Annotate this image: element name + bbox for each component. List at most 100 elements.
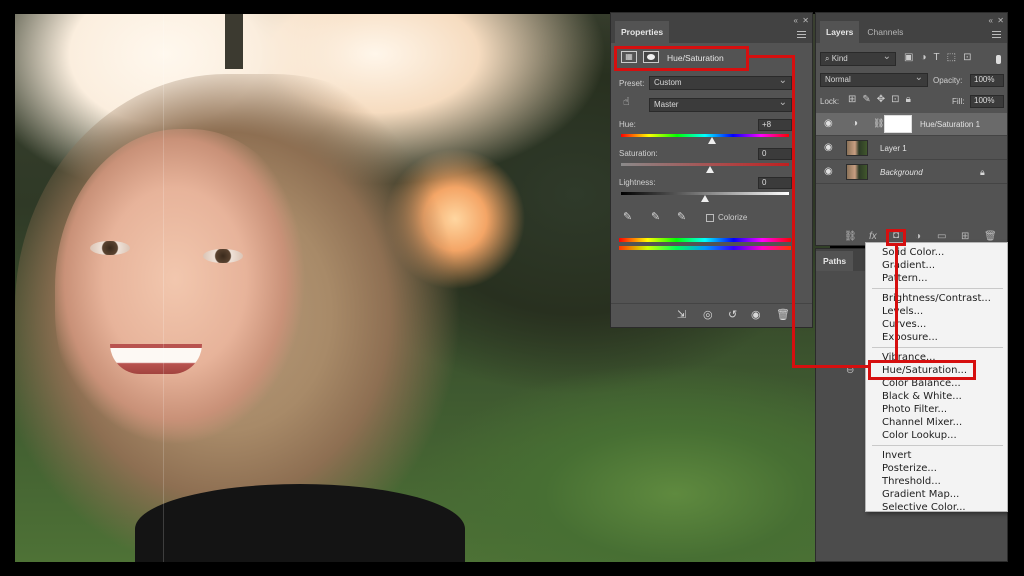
panel-menu-icon[interactable] [797,31,806,38]
saturation-value-field[interactable]: 0 [758,148,792,160]
saturation-slider-track[interactable] [621,163,789,166]
trash-icon[interactable]: 🗑 [984,231,997,242]
photo-right-eye [203,249,243,263]
lightness-value: 0 [762,178,767,187]
channel-dropdown[interactable]: Master [649,97,792,112]
new-layer-icon[interactable]: ⊞ [961,231,969,242]
layer-name: Hue/Saturation 1 [920,120,981,129]
menu-item-channel-mixer[interactable]: Channel Mixer... [882,417,962,428]
preset-dropdown[interactable]: Custom [649,75,792,90]
collapse-icon[interactable]: « [794,16,798,25]
lock-transparent-icon[interactable]: ⊞ [848,94,862,105]
layer-row-layer-1[interactable]: ◉ Layer 1 [816,137,1007,160]
close-layers-icon[interactable]: ✕ [997,16,1004,25]
menu-item-brightness-contrast[interactable]: Brightness/Contrast... [882,293,991,304]
eye-icon[interactable]: ◉ [824,142,833,153]
hue-slider-thumb[interactable] [708,137,716,144]
reset-icon[interactable]: ↺ [728,308,737,321]
eye-icon[interactable]: ◉ [824,118,833,129]
tab-layers[interactable]: Layers [820,21,860,43]
layer-name: Background [880,168,923,177]
menu-item-curves[interactable]: Curves... [882,319,926,330]
fx-icon[interactable]: fx [869,231,877,242]
lightness-slider-thumb[interactable] [701,195,709,202]
filter-adjustment-icon[interactable]: ◑ [920,52,933,63]
tab-paths[interactable]: Paths [816,251,854,271]
lock-icon[interactable]: 🔒︎ [906,94,917,105]
preset-label: Preset: [619,79,645,88]
annotation-line [895,246,898,362]
eye-icon[interactable]: ◉ [824,166,833,177]
hue-slider-track[interactable] [621,134,789,137]
properties-footer: ⇲ ◎ ↺ ◉ 🗑 [611,303,812,327]
layer-mask-thumbnail[interactable] [884,115,912,133]
saturation-value: 0 [762,149,767,158]
close-panel-icon[interactable]: ✕ [802,16,809,25]
colorize-checkbox[interactable] [706,214,714,222]
filter-pixel-icon[interactable]: ▣ [904,52,920,63]
menu-item-posterize[interactable]: Posterize... [882,463,937,474]
eyedropper-icon[interactable]: ✎ [623,210,632,223]
clip-icon[interactable]: ⇲ [677,308,686,321]
photo-left-eye [90,241,130,255]
layer-row-hue-saturation[interactable]: ◉ ◑ ⛓ Hue/Saturation 1 [816,113,1007,136]
menu-item-exposure[interactable]: Exposure... [882,332,938,343]
menu-item-gradient[interactable]: Gradient... [882,260,935,271]
menu-item-photo-filter[interactable]: Photo Filter... [882,404,947,415]
layers-menu-icon[interactable] [992,31,1001,38]
menu-item-selective-color[interactable]: Selective Color... [882,502,966,513]
output-color-bar [619,246,791,250]
chain-link-icon[interactable]: ⛓ [873,118,884,129]
input-color-bar [619,238,791,242]
menu-item-levels[interactable]: Levels... [882,306,923,317]
menu-item-solid-color[interactable]: Solid Color... [882,247,944,258]
link-layers-icon[interactable]: ⛓ [844,231,857,242]
trash-icon[interactable]: 🗑 [776,308,790,321]
menu-item-invert[interactable]: Invert [882,450,911,461]
menu-item-gradient-map[interactable]: Gradient Map... [882,489,959,500]
filter-shape-icon[interactable]: ⬚ [947,52,963,63]
collapse-layers-icon[interactable]: « [989,16,993,25]
fill-field[interactable]: 100% [970,95,1004,108]
view-previous-icon[interactable]: ◎ [703,308,713,321]
adjustment-layer-icon: ◑ [852,118,859,129]
lock-artboard-icon[interactable]: ⊡ [891,94,905,105]
layer-row-background[interactable]: ◉ Background 🔒︎ [816,161,1007,184]
filter-smart-icon[interactable]: ⊡ [963,52,978,63]
tab-channels[interactable]: Channels [859,21,911,43]
kind-label: Kind [831,54,848,63]
opacity-field[interactable]: 100% [970,74,1004,87]
filter-type-icon[interactable]: T [934,52,947,63]
lock-label: Lock: [820,97,840,106]
menu-item-pattern[interactable]: Pattern... [882,273,928,284]
layer-name: Layer 1 [880,144,907,153]
before-after-split-line [163,14,164,562]
lock-icon: 🔒︎ [980,167,985,177]
menu-item-color-lookup[interactable]: Color Lookup... [882,430,957,441]
menu-item-threshold[interactable]: Threshold... [882,476,941,487]
new-adjustment-icon[interactable]: ◑ [915,231,921,242]
lock-paint-icon[interactable]: ✎ [862,94,876,105]
folder-icon[interactable]: ▭ [937,231,946,242]
menu-item-black-white[interactable]: Black & White... [882,391,962,402]
layer-thumbnail [846,164,868,180]
opacity-label: Opacity: [933,76,963,85]
lock-icons: ⊞✎✥⊡🔒︎ [848,94,917,105]
hand-tool-icon[interactable]: ☝ [623,95,630,108]
photo-background-pole [225,14,243,69]
lock-move-icon[interactable]: ✥ [877,94,891,105]
saturation-slider-thumb[interactable] [706,166,714,173]
hue-value-field[interactable]: +8 [758,119,792,131]
blend-mode-dropdown[interactable]: Normal [820,72,928,87]
kind-filter-dropdown[interactable]: ⌕ Kind [820,51,896,66]
eyedropper-plus-icon[interactable]: ✎ [651,210,660,223]
hue-label: Hue: [619,120,636,129]
tab-properties[interactable]: Properties [615,21,670,43]
eyedropper-minus-icon[interactable]: ✎ [677,210,686,223]
lightness-value-field[interactable]: 0 [758,177,792,189]
filter-icons: ▣◑T⬚⊡ [904,52,978,63]
filter-toggle-icon[interactable] [996,55,1001,64]
visibility-icon[interactable]: ◉ [751,308,761,321]
saturation-label: Saturation: [619,149,658,158]
blend-mode-value: Normal [825,75,851,84]
